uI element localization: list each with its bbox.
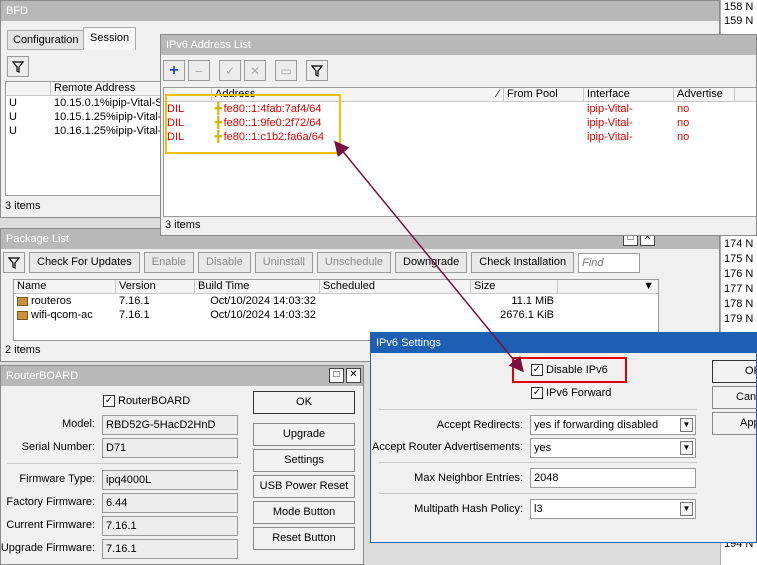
filter-button[interactable] xyxy=(306,60,328,81)
upgrade-firmware-field[interactable]: 7.16.1 xyxy=(102,539,238,559)
highlight-box-addresses xyxy=(165,94,341,154)
disable-button[interactable]: Disable xyxy=(198,252,251,273)
serial-label: Serial Number: xyxy=(21,441,95,453)
chevron-down-icon: ▼ xyxy=(680,418,693,432)
list-item[interactable]: 177 N xyxy=(724,283,753,295)
list-item[interactable]: 179 N xyxy=(724,313,753,325)
ok-button[interactable]: OK xyxy=(712,360,756,383)
columns-dropdown-icon[interactable]: ▼ xyxy=(558,280,658,293)
filter-button[interactable] xyxy=(7,56,29,77)
tab-session[interactable]: Session xyxy=(83,27,137,50)
ipv6-address-list-title: IPv6 Address List xyxy=(161,35,756,55)
ipv6-list-status: 3 items xyxy=(165,219,201,231)
serial-field[interactable]: D71 xyxy=(102,438,238,458)
col-interface[interactable]: Interface xyxy=(584,88,674,101)
apply-button[interactable]: Apply xyxy=(712,412,756,435)
disable-icon: ✕ xyxy=(249,63,261,78)
current-firmware-field[interactable]: 7.16.1 xyxy=(102,516,238,536)
settings-button[interactable]: Settings xyxy=(253,449,355,472)
maximize-icon[interactable]: □ xyxy=(329,368,344,383)
col-from-pool[interactable]: From Pool xyxy=(504,88,584,101)
upgrade-firmware-label: Upgrade Firmware: xyxy=(0,542,95,554)
highlight-box-disable-ipv6 xyxy=(512,357,627,383)
accept-ra-select[interactable]: yes ▼ xyxy=(530,438,696,458)
list-item[interactable]: 175 N xyxy=(724,253,753,265)
list-item[interactable]: 174 N xyxy=(724,238,753,250)
ipv6-forward-checkbox[interactable]: ✓ IPv6 Forward xyxy=(531,387,611,400)
max-neighbor-input[interactable]: 2048 xyxy=(530,468,696,488)
model-field[interactable]: RBD52G-5HacD2HnD xyxy=(102,415,238,435)
uninstall-button[interactable]: Uninstall xyxy=(254,252,313,273)
reset-button[interactable]: Reset Button xyxy=(253,527,355,550)
ok-button[interactable]: OK xyxy=(253,391,355,414)
downgrade-button[interactable]: Downgrade xyxy=(395,252,468,273)
max-neighbor-label: Max Neighbor Entries: xyxy=(414,472,523,484)
check-icon: ✓ xyxy=(103,395,115,408)
disable-button[interactable]: ✕ xyxy=(244,60,266,81)
routerboard-window: RouterBOARD □ ✕ ✓ RouterBOARD Model: RBD5… xyxy=(0,365,364,565)
sort-icon: ⁄ xyxy=(497,88,499,100)
filter-button[interactable] xyxy=(3,252,25,273)
table-header: Name Version Build Time Scheduled Size ▼ xyxy=(14,280,658,294)
check-installation-button[interactable]: Check Installation xyxy=(471,252,575,273)
list-item[interactable]: 178 N xyxy=(724,298,753,310)
comment-button[interactable]: ▭ xyxy=(275,60,297,81)
add-button[interactable]: + xyxy=(163,60,185,81)
close-icon[interactable]: ✕ xyxy=(346,368,361,383)
multipath-select[interactable]: l3 ▼ xyxy=(530,499,696,519)
accept-redirects-select[interactable]: yes if forwarding disabled ▼ xyxy=(530,415,696,435)
col-build-time[interactable]: Build Time xyxy=(195,280,320,293)
tab-configuration[interactable]: Configuration xyxy=(7,30,85,50)
col-advertise[interactable]: Advertise xyxy=(674,88,735,101)
routerboard-title: RouterBOARD xyxy=(1,366,363,386)
multipath-label: Multipath Hash Policy: xyxy=(414,503,523,515)
factory-firmware-label: Factory Firmware: xyxy=(6,496,95,508)
find-input[interactable] xyxy=(578,252,641,273)
package-icon xyxy=(17,310,28,320)
ipv6-settings-title: IPv6 Settings xyxy=(371,333,756,353)
model-label: Model: xyxy=(61,418,95,430)
routerboard-checkbox[interactable]: ✓ RouterBOARD xyxy=(103,395,190,408)
accept-ra-label: Accept Router Advertisements: xyxy=(371,441,523,453)
col-scheduled[interactable]: Scheduled xyxy=(320,280,471,293)
package-icon xyxy=(17,296,28,306)
list-item[interactable]: 159 N xyxy=(724,15,753,27)
chevron-down-icon: ▼ xyxy=(680,502,693,516)
chevron-down-icon: ▼ xyxy=(680,441,693,455)
check-icon: ✓ xyxy=(531,387,543,400)
ipv6-settings-window: IPv6 Settings ✓ Disable IPv6 ✓ IPv6 Forwar… xyxy=(370,332,757,543)
list-item[interactable]: 158 N xyxy=(724,1,753,13)
comment-icon: ▭ xyxy=(280,63,292,78)
unschedule-button[interactable]: Unschedule xyxy=(316,252,391,273)
cancel-button[interactable]: Cancel xyxy=(712,386,756,409)
col-size[interactable]: Size xyxy=(471,280,558,293)
ipv6-address-list-window: IPv6 Address List + − ✓ ✕ ▭ Address ⁄ Fro… xyxy=(160,34,757,236)
remove-button[interactable]: − xyxy=(188,60,210,81)
table-row[interactable]: wifi-qcom-ac 7.16.1 Oct/10/2024 14:03:32… xyxy=(14,308,658,322)
enable-button[interactable]: Enable xyxy=(143,252,195,273)
accept-redirects-label: Accept Redirects: xyxy=(436,419,523,431)
filter-icon xyxy=(311,64,323,77)
current-firmware-label: Current Firmware: xyxy=(6,519,95,531)
add-icon: + xyxy=(169,61,179,79)
upgrade-button[interactable]: Upgrade xyxy=(253,423,355,446)
filter-icon xyxy=(8,256,20,269)
firmware-type-label: Firmware Type: xyxy=(19,473,95,485)
enable-button[interactable]: ✓ xyxy=(219,60,241,81)
firmware-type-field[interactable]: ipq4000L xyxy=(102,470,238,490)
package-status: 2 items xyxy=(5,344,41,356)
list-item[interactable]: 176 N xyxy=(724,268,753,280)
col-version[interactable]: Version xyxy=(116,280,195,293)
filter-icon xyxy=(12,60,24,73)
usb-power-reset-button[interactable]: USB Power Reset xyxy=(253,475,355,498)
bfd-title: BFD xyxy=(1,1,719,21)
remove-icon: − xyxy=(194,62,204,79)
bfd-status: 3 items xyxy=(5,200,41,212)
factory-firmware-field[interactable]: 6.44 xyxy=(102,493,238,513)
check-for-updates-button[interactable]: Check For Updates xyxy=(29,252,140,273)
col-name[interactable]: Name xyxy=(14,280,116,293)
enable-icon: ✓ xyxy=(224,63,236,78)
mode-button[interactable]: Mode Button xyxy=(253,501,355,524)
table-row[interactable]: routeros 7.16.1 Oct/10/2024 14:03:32 11.… xyxy=(14,294,658,308)
